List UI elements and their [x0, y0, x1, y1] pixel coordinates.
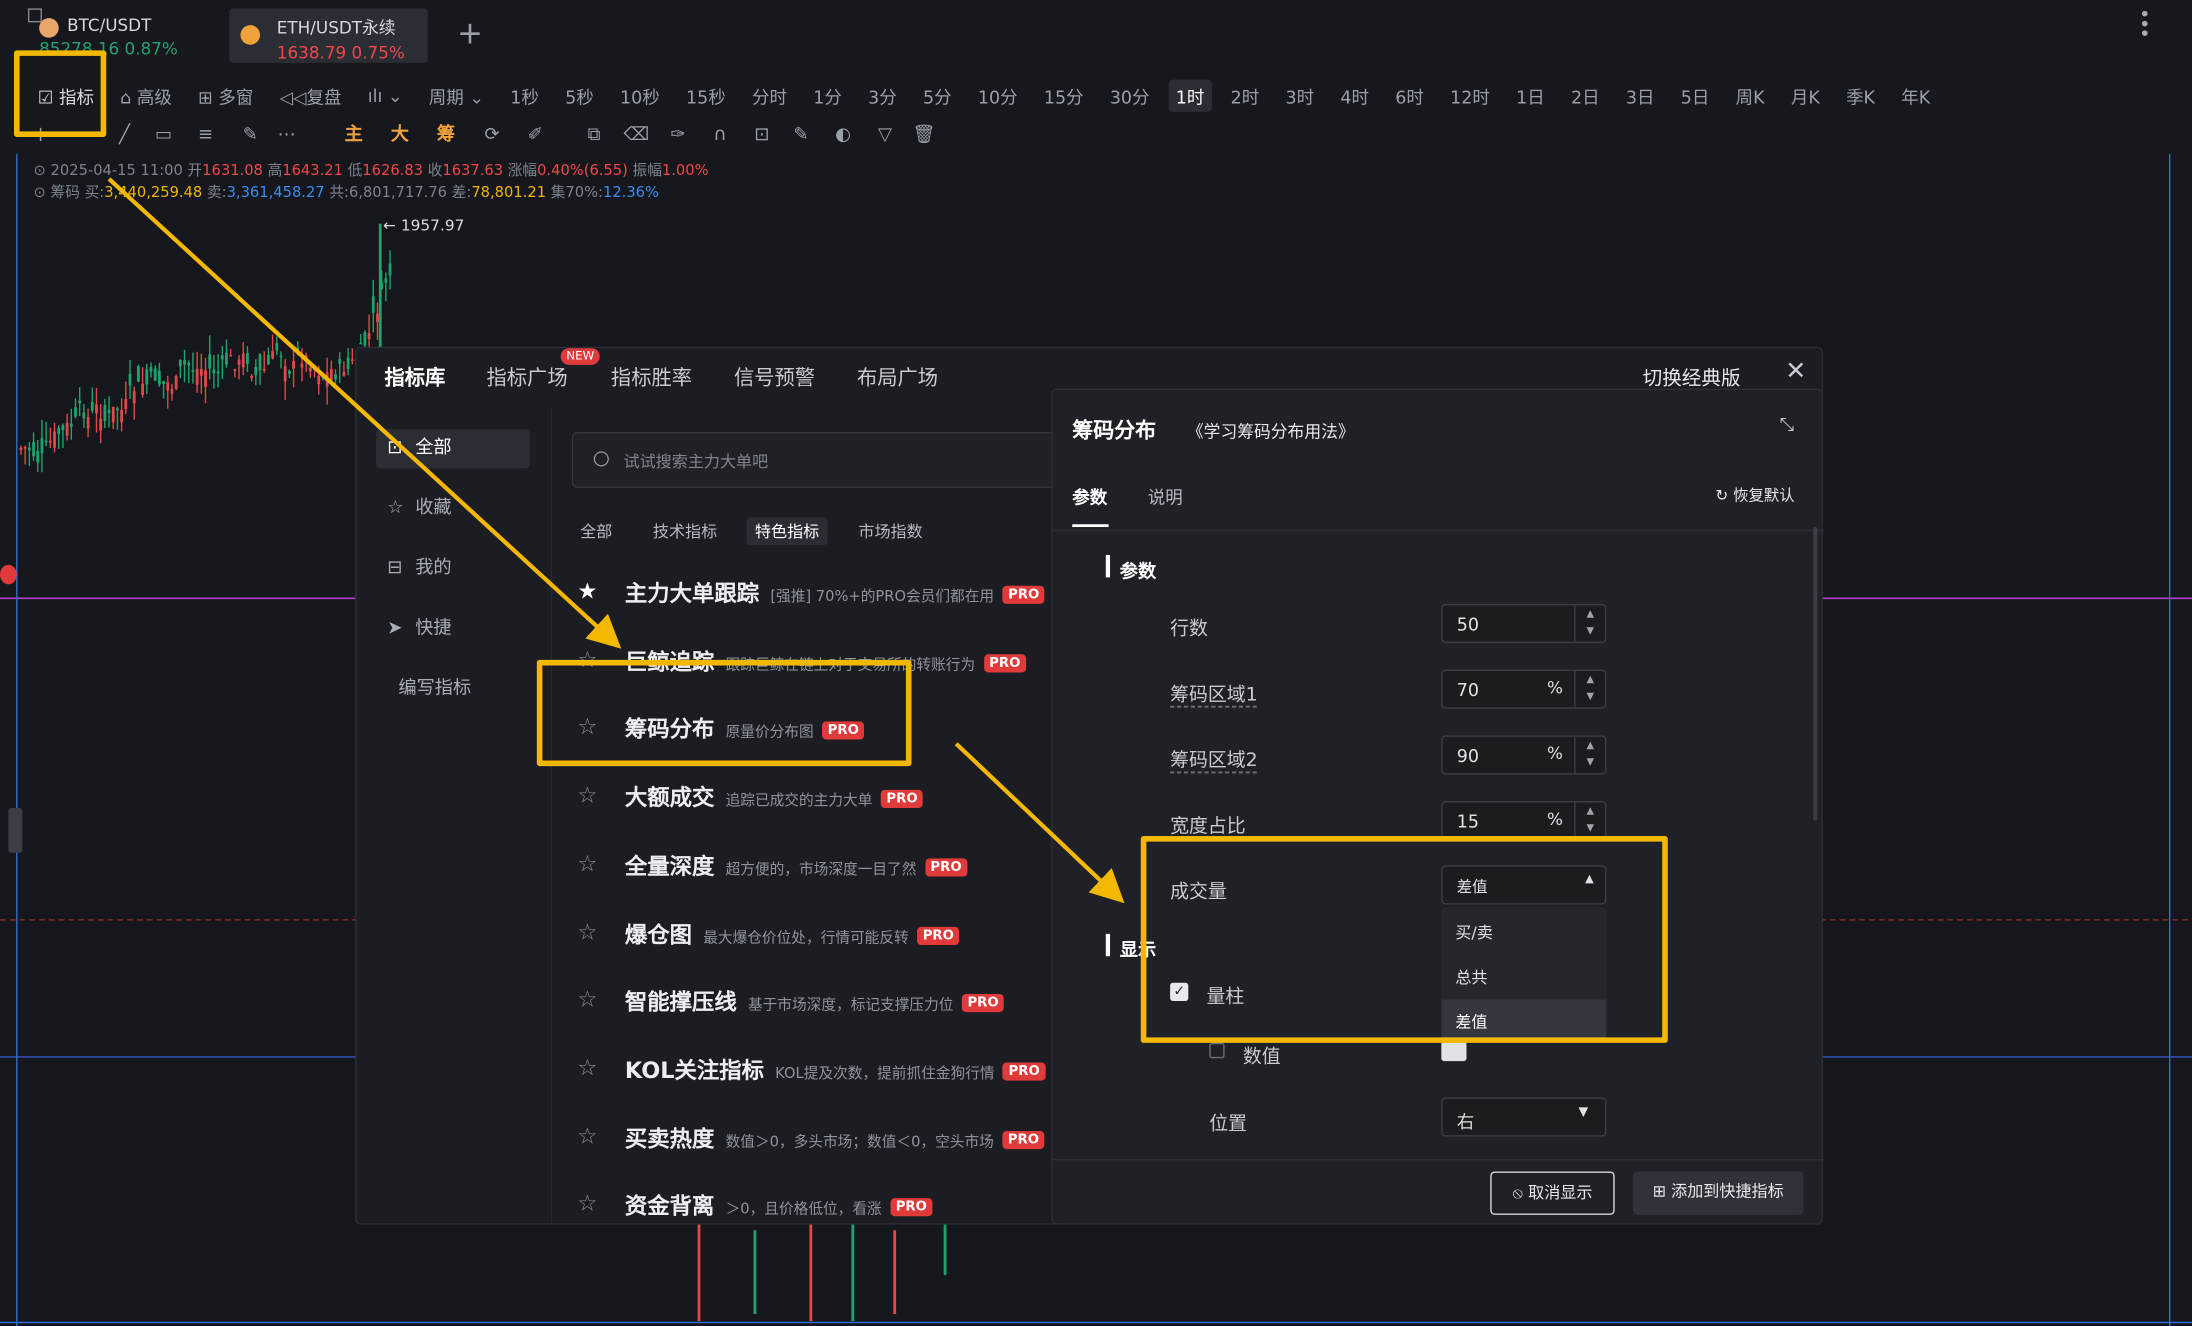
arrow-to-volume	[954, 742, 1125, 904]
arrow-to-chip-item	[107, 177, 622, 649]
annotation-arrows	[107, 177, 1125, 904]
